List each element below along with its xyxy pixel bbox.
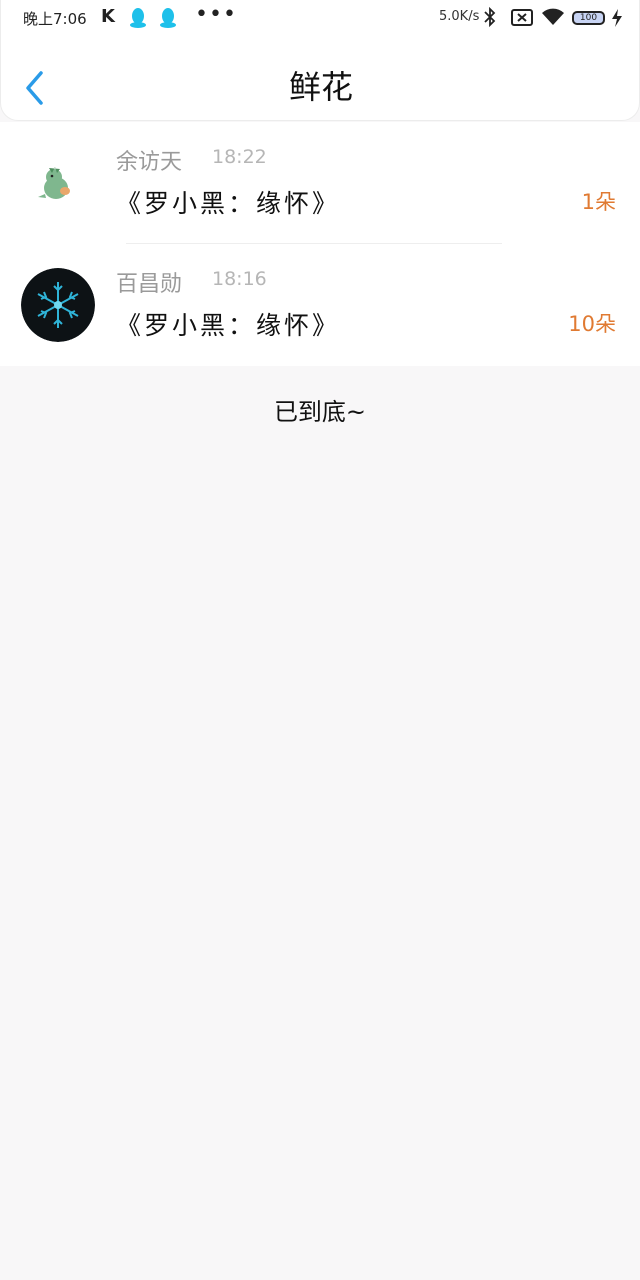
qq-icon — [130, 8, 146, 28]
snowflake-avatar-icon — [21, 268, 95, 342]
status-bar: 晚上7:06 K ••• 5.0K/s 100 — [1, 0, 640, 36]
flower-count: 10朵 — [568, 312, 616, 336]
status-time: 晚上7:06 — [23, 10, 87, 28]
flower-list: 余访天 18:22 《罗小黑：缘怀》 1朵 百昌勋 18:16 《罗小黑：缘怀》… — [0, 122, 640, 366]
sender-name: 百昌勋 — [116, 272, 183, 297]
flower-count: 1朵 — [581, 190, 616, 214]
book-title[interactable]: 《罗小黑：缘怀》 — [116, 306, 340, 342]
k-app-icon: K — [101, 6, 115, 27]
avatar[interactable] — [21, 268, 95, 342]
list-item[interactable]: 余访天 18:22 《罗小黑：缘怀》 1朵 — [0, 122, 640, 244]
more-notifications-icon: ••• — [195, 2, 237, 27]
qq-icon — [160, 8, 176, 28]
send-time: 18:22 — [212, 146, 267, 168]
charging-icon — [612, 9, 622, 27]
dinosaur-avatar-icon — [21, 146, 95, 220]
network-speed: 5.0K/s — [439, 9, 480, 24]
bluetooth-icon — [484, 6, 496, 28]
book-title[interactable]: 《罗小黑：缘怀》 — [116, 184, 340, 220]
battery-icon: 100 — [572, 11, 605, 25]
wifi-icon — [542, 8, 564, 25]
app-header: 晚上7:06 K ••• 5.0K/s 100 鲜花 — [0, 0, 640, 121]
no-sim-icon — [511, 9, 533, 26]
list-item[interactable]: 百昌勋 18:16 《罗小黑：缘怀》 10朵 — [0, 244, 640, 366]
end-of-list-text: 已到底~ — [273, 398, 367, 426]
sender-name: 余访天 — [116, 150, 183, 175]
send-time: 18:16 — [212, 268, 267, 290]
avatar[interactable] — [21, 146, 95, 220]
page-title: 鲜花 — [288, 68, 353, 106]
